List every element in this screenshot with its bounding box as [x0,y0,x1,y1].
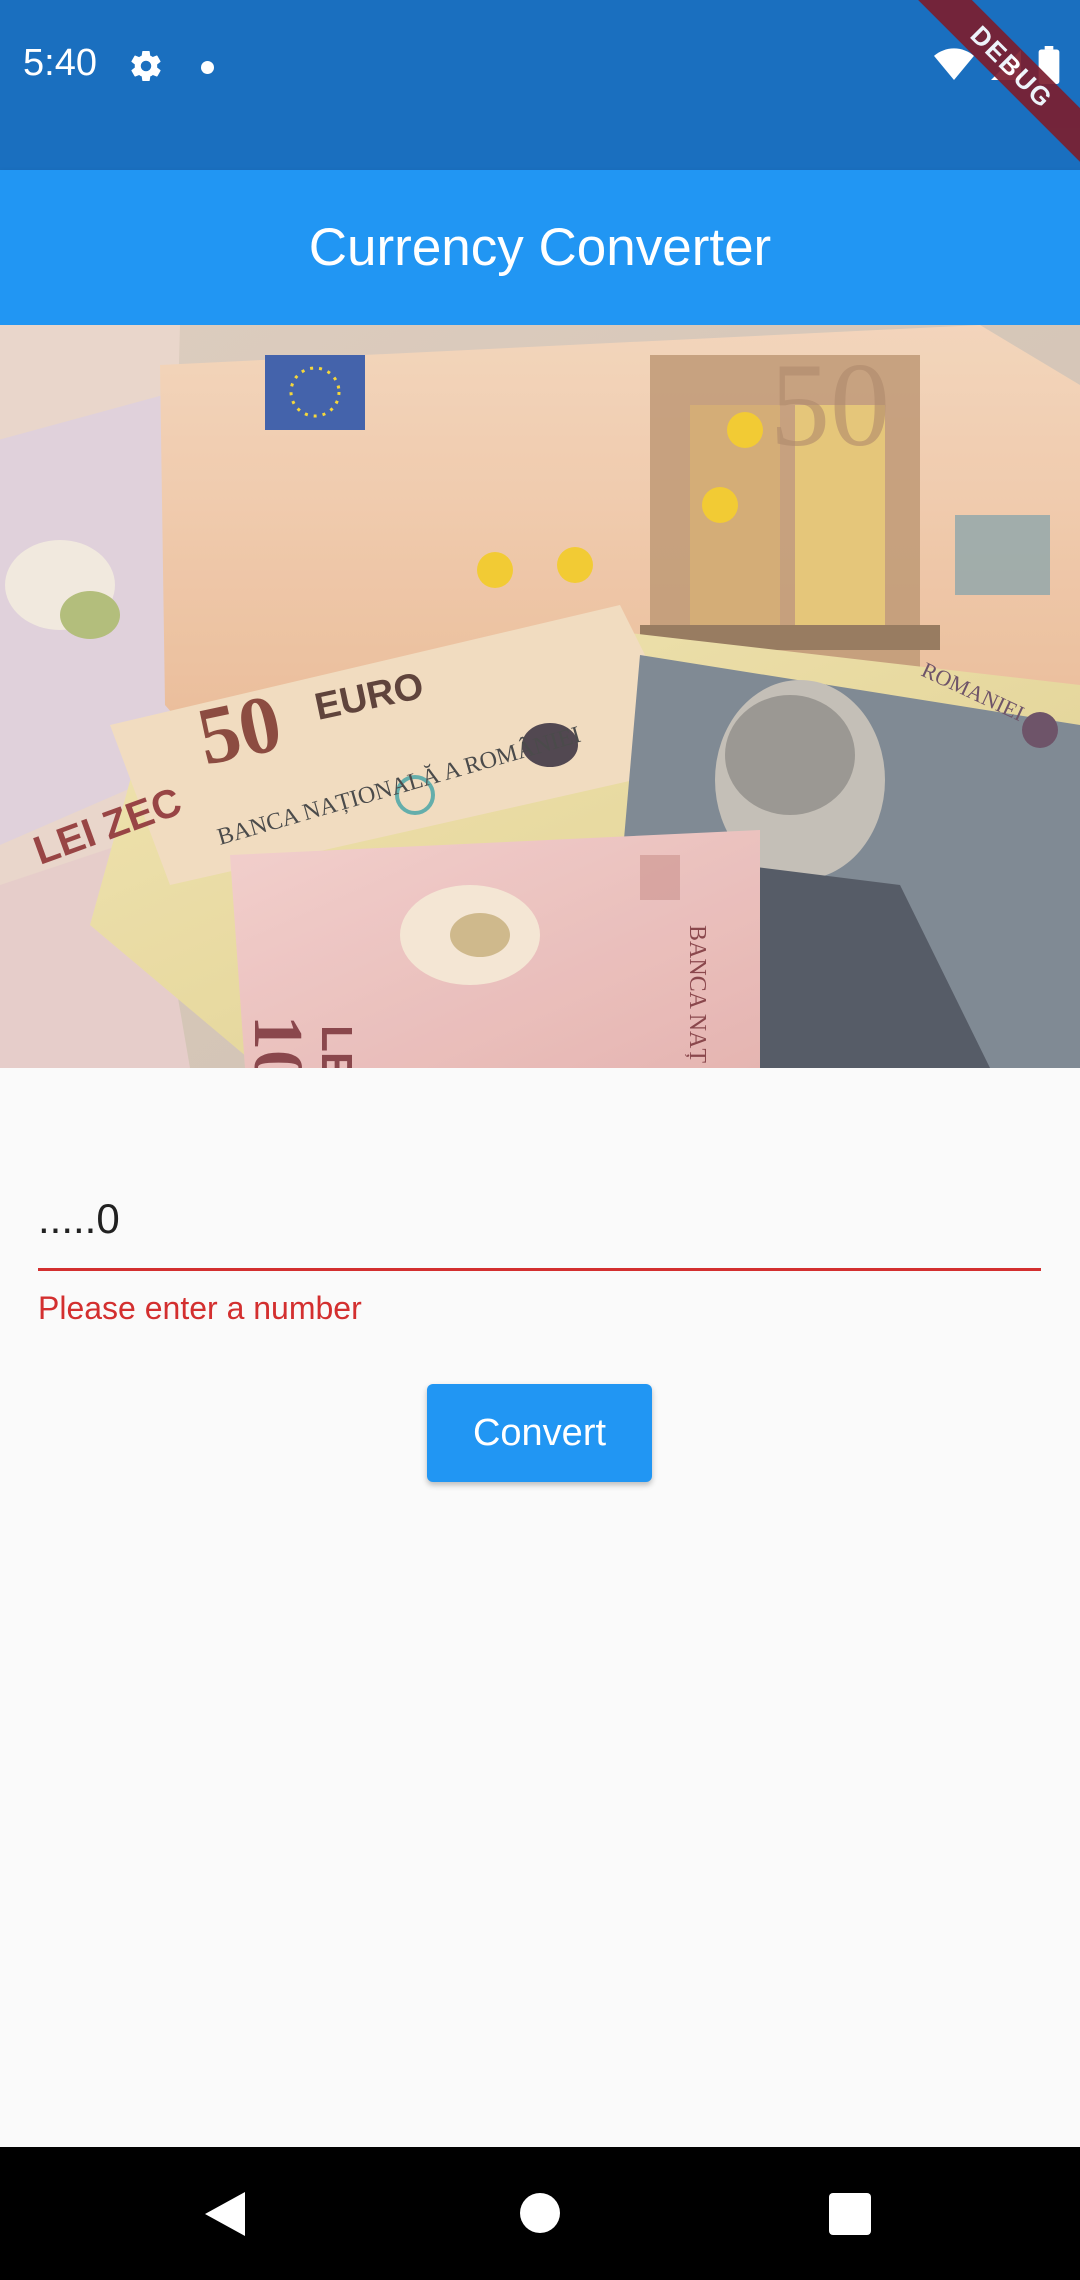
amount-input-value: .....0 [38,1195,120,1242]
amount-input[interactable]: .....0 [38,1170,1041,1271]
app-bar: Currency Converter [0,170,1080,325]
status-bar: 5:40 DEBUG [0,0,1080,173]
notification-dot-icon [201,61,214,74]
convert-button-label: Convert [472,1411,607,1454]
page-title: Currency Converter [308,218,772,277]
home-icon[interactable] [520,2193,560,2233]
error-message: Please enter a number [38,1290,362,1326]
back-icon[interactable] [205,2192,245,2236]
debug-banner: DEBUG [906,0,1080,173]
recents-icon[interactable] [829,2193,871,2235]
banknotes-photo: 50 EURO BANCA NAȚIONALĂ A ROMÂNIEI 10 LE… [0,325,1080,1068]
navigation-bar [0,2147,1080,2280]
wifi-icon [934,48,974,80]
gear-icon [131,51,161,82]
convert-button[interactable]: Convert [427,1384,652,1482]
status-time: 5:40 [23,42,97,84]
